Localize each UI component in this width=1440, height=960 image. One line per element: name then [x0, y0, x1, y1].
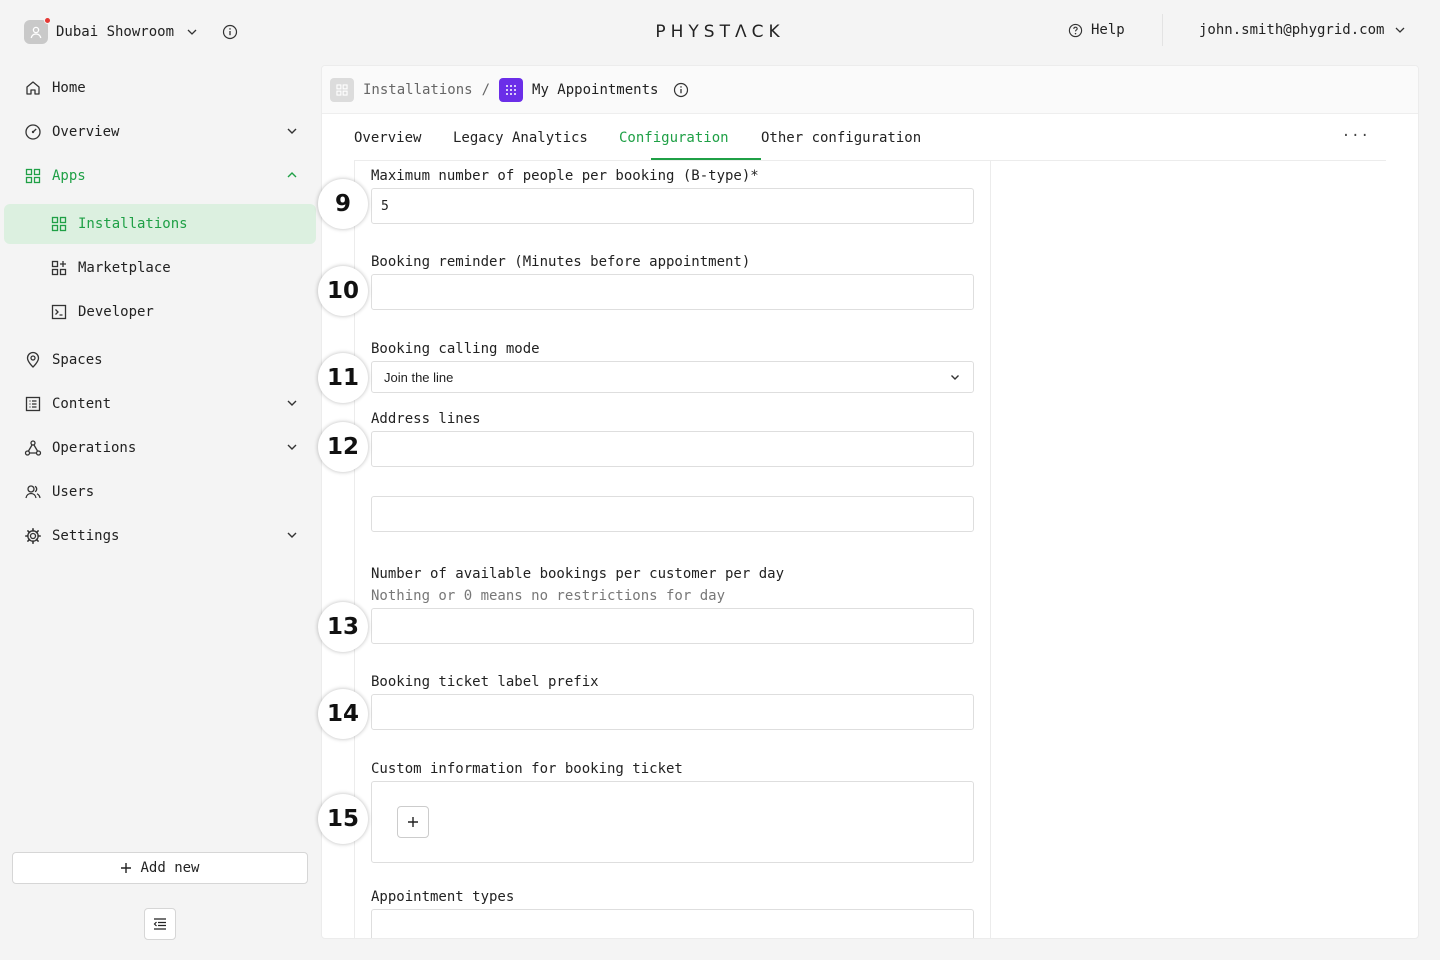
bookings-per-day-label: Number of available bookings per custome… — [371, 566, 785, 582]
calendar-dots-icon — [506, 85, 517, 95]
tab-bar: Overview Legacy Analytics Configuration … — [354, 114, 1386, 161]
panel-header: Installations / My Appointments — [322, 66, 1418, 114]
sidebar-item-spaces[interactable]: Spaces — [24, 340, 103, 380]
help-label: Help — [1091, 22, 1125, 38]
reminder-input[interactable] — [371, 274, 974, 310]
collapse-sidebar-button[interactable] — [144, 908, 176, 940]
step-badge-14: 14 — [318, 689, 368, 739]
sidebar-item-content[interactable]: Content — [24, 384, 314, 424]
sidebar-item-developer[interactable]: Developer — [50, 292, 154, 332]
help-button[interactable]: Help — [1068, 22, 1125, 38]
sidebar-item-marketplace[interactable]: Marketplace — [50, 248, 171, 288]
content-list-icon — [25, 396, 41, 412]
sidebar-item-label: Users — [52, 484, 95, 500]
main-panel: Installations / My Appointments Overview… — [321, 65, 1419, 939]
apps-grid-icon — [51, 216, 67, 232]
chevron-down-icon — [287, 532, 297, 538]
sidebar-item-label: Developer — [78, 304, 154, 320]
user-menu[interactable]: john.smith@phygrid.com — [1199, 22, 1406, 38]
sidebar-item-label: Operations — [52, 440, 137, 456]
custom-info-label: Custom information for booking ticket — [371, 761, 683, 777]
tab-overview[interactable]: Overview — [354, 130, 421, 146]
home-icon — [26, 81, 40, 95]
location-pin-icon — [26, 351, 40, 368]
tab-other-configuration[interactable]: Other configuration — [761, 130, 921, 146]
plus-icon — [121, 863, 132, 873]
installations-crumb-icon — [330, 78, 354, 102]
add-new-label: Add new — [140, 860, 200, 876]
info-icon[interactable] — [673, 82, 689, 98]
bookings-per-day-hint: Nothing or 0 means no restrictions for d… — [371, 588, 726, 604]
custom-info-container — [371, 781, 974, 863]
network-icon — [24, 440, 42, 456]
max-people-label: Maximum number of people per booking (B-… — [371, 168, 759, 184]
sidebar-item-settings[interactable]: Settings — [24, 516, 314, 556]
apps-grid-icon — [25, 168, 41, 184]
add-new-button[interactable]: Add new — [12, 852, 308, 884]
chevron-up-icon — [287, 172, 297, 178]
sidebar-item-label: Marketplace — [78, 260, 171, 276]
more-options-button[interactable]: ··· — [1342, 128, 1370, 144]
breadcrumb-separator: / — [481, 82, 491, 98]
bookings-per-day-input[interactable] — [371, 608, 974, 644]
sidebar-item-label: Content — [52, 396, 112, 412]
calling-mode-label: Booking calling mode — [371, 341, 540, 357]
calling-mode-select[interactable]: Join the line — [371, 361, 974, 393]
form-divider-right — [990, 161, 991, 938]
terminal-icon — [51, 304, 67, 320]
sidebar-item-label: Installations — [78, 216, 188, 232]
step-badge-10: 10 — [318, 266, 368, 316]
gear-icon — [25, 528, 41, 544]
reminder-label: Booking reminder (Minutes before appoint… — [371, 254, 751, 270]
collapse-menu-icon — [153, 918, 166, 930]
appointment-types-label: Appointment types — [371, 889, 515, 905]
ticket-prefix-input[interactable] — [371, 694, 974, 730]
step-badge-9: 9 — [318, 179, 368, 229]
sidebar-item-operations[interactable]: Operations — [24, 428, 314, 468]
chevron-down-icon — [287, 400, 297, 406]
calling-mode-value: Join the line — [384, 369, 454, 385]
chevron-down-icon — [287, 444, 297, 450]
add-custom-info-button[interactable] — [397, 806, 429, 838]
sidebar-item-apps[interactable]: Apps — [24, 156, 314, 196]
tab-configuration[interactable]: Configuration — [619, 130, 729, 146]
max-people-input[interactable]: 5 — [371, 188, 974, 224]
appointment-types-container[interactable] — [371, 909, 974, 938]
step-badge-15: 15 — [318, 794, 368, 844]
active-tab-indicator — [651, 158, 761, 160]
chevron-down-icon — [287, 128, 297, 134]
help-circle-icon — [1068, 23, 1083, 37]
sidebar-item-label: Spaces — [52, 352, 103, 368]
sidebar-item-label: Settings — [52, 528, 120, 544]
user-email: john.smith@phygrid.com — [1199, 22, 1385, 38]
sidebar-item-installations[interactable]: Installations — [50, 204, 188, 244]
address-line-2-input[interactable] — [371, 496, 974, 532]
gauge-icon — [25, 124, 41, 140]
chevron-down-icon — [951, 375, 959, 380]
tab-legacy-analytics[interactable]: Legacy Analytics — [453, 130, 588, 146]
address-line-1-input[interactable] — [371, 431, 974, 467]
step-badge-12: 12 — [318, 422, 368, 472]
breadcrumb-current: My Appointments — [532, 82, 659, 98]
marketplace-icon — [51, 260, 67, 276]
sidebar-item-home[interactable]: Home — [24, 68, 86, 108]
users-icon — [25, 485, 41, 499]
ticket-prefix-label: Booking ticket label prefix — [371, 674, 599, 690]
sidebar-item-label: Home — [52, 80, 86, 96]
sidebar-item-overview[interactable]: Overview — [24, 112, 314, 152]
topbar-divider — [1162, 14, 1163, 46]
step-badge-13: 13 — [318, 602, 368, 652]
apps-grid-icon — [336, 84, 348, 96]
step-badge-11: 11 — [318, 353, 368, 403]
plus-icon — [408, 817, 418, 827]
sidebar-item-label: Apps — [52, 168, 86, 184]
chevron-down-icon — [1395, 27, 1405, 33]
address-lines-label: Address lines — [371, 411, 481, 427]
sidebar-item-users[interactable]: Users — [24, 472, 94, 512]
breadcrumb-installations-link[interactable]: Installations — [363, 82, 473, 98]
sidebar-item-label: Overview — [52, 124, 120, 140]
breadcrumb: Installations / My Appointments — [330, 78, 689, 102]
app-crumb-icon — [499, 78, 524, 102]
